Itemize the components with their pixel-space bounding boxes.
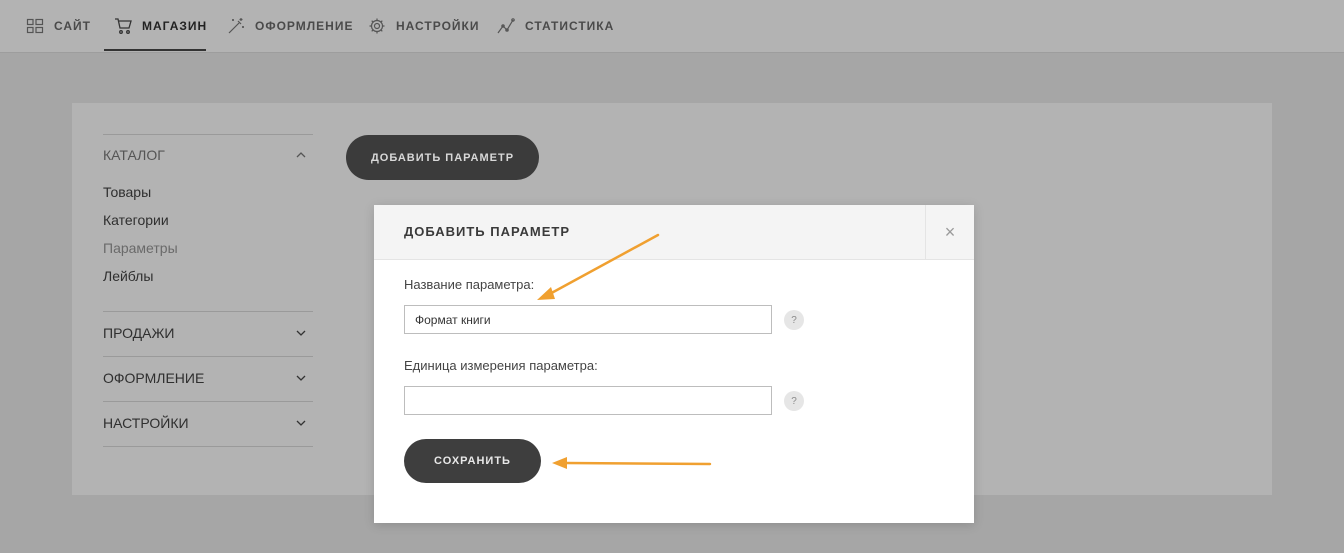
- parameter-unit-input[interactable]: [404, 386, 772, 415]
- nav-item-label: МАГАЗИН: [142, 19, 208, 33]
- sidebar-divider: [103, 446, 313, 447]
- top-navigation: САЙТ МАГАЗИН ОФОРМЛЕНИЕ НАСТРОЙКИ СТАТИС…: [0, 0, 1344, 53]
- nav-item-settings[interactable]: НАСТРОЙКИ: [368, 0, 479, 52]
- sidebar-section-label: ОФОРМЛЕНИЕ: [103, 370, 205, 386]
- parameter-name-input[interactable]: [404, 305, 772, 334]
- nav-item-label: НАСТРОЙКИ: [396, 19, 480, 33]
- sidebar-section-catalog[interactable]: КАТАЛОГ: [103, 147, 313, 163]
- nav-item-design[interactable]: ОФОРМЛЕНИЕ: [227, 0, 353, 52]
- sidebar-section-label: НАСТРОЙКИ: [103, 415, 189, 431]
- nav-item-label: ОФОРМЛЕНИЕ: [255, 19, 354, 33]
- parameter-unit-label: Единица измерения параметра:: [404, 358, 598, 373]
- cart-icon: [114, 17, 132, 35]
- nav-item-label: СТАТИСТИКА: [525, 19, 615, 33]
- parameter-name-label: Название параметра:: [404, 277, 535, 292]
- nav-item-site[interactable]: САЙТ: [26, 0, 91, 52]
- sidebar-divider: [103, 134, 313, 135]
- save-button[interactable]: СОХРАНИТЬ: [404, 439, 541, 483]
- chevron-up-icon: [296, 152, 306, 158]
- chevron-down-icon: [296, 420, 306, 426]
- close-icon: ×: [944, 221, 956, 242]
- sidebar-divider: [103, 311, 313, 312]
- sidebar-item-categories[interactable]: Категории: [103, 212, 169, 228]
- add-parameter-button[interactable]: ДОБАВИТЬ ПАРАМЕТР: [346, 135, 539, 180]
- gear-icon: [368, 17, 386, 35]
- close-button[interactable]: ×: [925, 205, 974, 259]
- chevron-down-icon: [296, 330, 306, 336]
- nav-item-shop[interactable]: МАГАЗИН: [114, 0, 207, 52]
- sidebar-section-design[interactable]: ОФОРМЛЕНИЕ: [103, 370, 313, 386]
- modal-header: ДОБАВИТЬ ПАРАМЕТР ×: [374, 205, 974, 260]
- chart-line-icon: [497, 17, 515, 35]
- grid-icon: [26, 17, 44, 35]
- nav-item-label: САЙТ: [54, 19, 91, 33]
- chevron-down-icon: [296, 375, 306, 381]
- sidebar-divider: [103, 356, 313, 357]
- sidebar-section-label: КАТАЛОГ: [103, 147, 165, 163]
- sidebar-item-labels[interactable]: Лейблы: [103, 268, 153, 284]
- help-icon[interactable]: ?: [784, 391, 804, 411]
- magic-wand-icon: [227, 17, 245, 35]
- sidebar-section-settings[interactable]: НАСТРОЙКИ: [103, 415, 313, 431]
- help-icon[interactable]: ?: [784, 310, 804, 330]
- sidebar-section-label: ПРОДАЖИ: [103, 325, 175, 341]
- sidebar-item-products[interactable]: Товары: [103, 184, 151, 200]
- active-tab-underline: [104, 49, 206, 51]
- sidebar-item-parameters[interactable]: Параметры: [103, 240, 178, 256]
- sidebar-divider: [103, 401, 313, 402]
- add-parameter-modal: ДОБАВИТЬ ПАРАМЕТР × Название параметра: …: [374, 205, 974, 523]
- modal-title: ДОБАВИТЬ ПАРАМЕТР: [404, 224, 570, 239]
- sidebar-section-sales[interactable]: ПРОДАЖИ: [103, 325, 313, 341]
- nav-item-statistics[interactable]: СТАТИСТИКА: [497, 0, 614, 52]
